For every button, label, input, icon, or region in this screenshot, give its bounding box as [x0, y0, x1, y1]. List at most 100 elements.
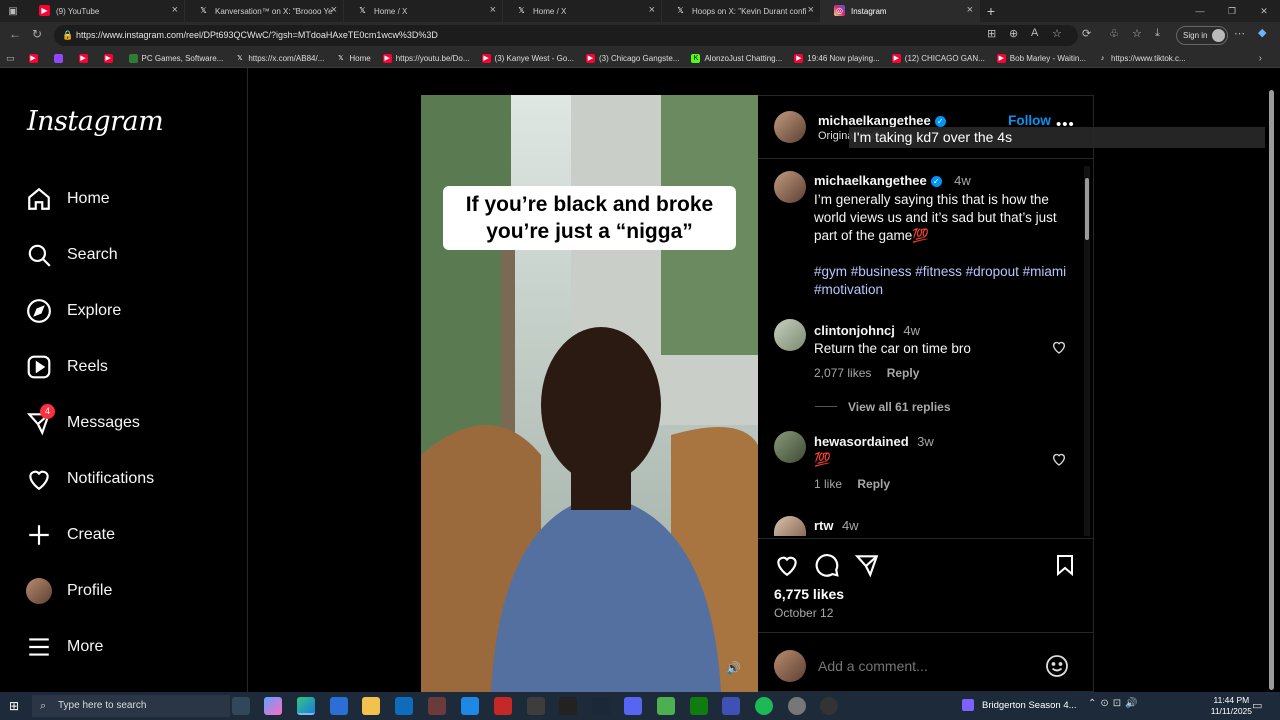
- instagram-logo[interactable]: Instagram: [27, 106, 164, 137]
- taskbar-clock[interactable]: 11:44 PM 11/11/2025: [1211, 695, 1252, 717]
- notification-center-icon[interactable]: ▭: [1252, 699, 1262, 712]
- favorite-star-icon[interactable]: ☆: [1052, 27, 1062, 40]
- refresh-icon[interactable]: ↻: [32, 27, 42, 41]
- comment-username[interactable]: hewasordained: [814, 434, 909, 449]
- sidebar-item-profile[interactable]: Profile: [26, 574, 112, 608]
- sidebar-item-messages[interactable]: 4 Messages: [26, 404, 140, 440]
- comment-avatar[interactable]: [774, 431, 806, 463]
- bookmark-5[interactable]: 𝕏https://x.com/AB84/...: [235, 54, 324, 63]
- extensions-icon[interactable]: ⟳: [1082, 27, 1091, 40]
- tab-youtube[interactable]: ▶ (9) YouTube ×: [26, 0, 185, 22]
- minecraft-icon[interactable]: [657, 697, 675, 715]
- bookmark-1[interactable]: [53, 53, 67, 63]
- media-play-icon[interactable]: [962, 699, 974, 711]
- like-comment-heart-icon[interactable]: [1051, 339, 1067, 360]
- bookmark-9[interactable]: ▶ (3) Chicago Gangste...: [585, 53, 679, 63]
- app-icon[interactable]: [559, 697, 577, 715]
- store-icon[interactable]: [330, 697, 348, 715]
- file-explorer-icon[interactable]: [362, 697, 380, 715]
- sidebar-item-explore[interactable]: Explore: [26, 294, 121, 328]
- tab-home-x-1[interactable]: 𝕏 Home / X ×: [344, 0, 503, 22]
- comment-username[interactable]: clintonjohncj: [814, 323, 895, 338]
- close-icon[interactable]: ×: [649, 4, 655, 16]
- page-scrollbar[interactable]: [1268, 80, 1276, 690]
- task-view-icon[interactable]: [232, 697, 250, 715]
- close-icon[interactable]: ×: [172, 4, 178, 16]
- sidebar-item-reels[interactable]: Reels: [26, 350, 108, 384]
- steam-icon[interactable]: [592, 697, 610, 715]
- tab-hoops[interactable]: 𝕏 Hoops on X: "Kevin Durant confi ×: [662, 0, 821, 22]
- sidebar-item-search[interactable]: Search: [26, 238, 118, 272]
- copilot-icon[interactable]: ◆: [1258, 26, 1266, 39]
- settings-more-icon[interactable]: ⋯: [1234, 27, 1245, 40]
- bookmark-0[interactable]: ▶: [28, 53, 42, 63]
- close-icon[interactable]: ×: [331, 4, 337, 16]
- read-aloud-icon[interactable]: A: [1031, 27, 1038, 39]
- comment-username[interactable]: rtw: [814, 518, 834, 533]
- taskbar-media-title[interactable]: Bridgerton Season 4...: [982, 700, 1077, 711]
- new-tab-button[interactable]: +: [980, 0, 1002, 22]
- author-avatar[interactable]: [774, 111, 806, 143]
- close-window-icon[interactable]: ✕: [1248, 0, 1280, 22]
- sidebar-item-home[interactable]: Home: [26, 182, 110, 216]
- sign-in-button[interactable]: Sign in: [1176, 26, 1228, 45]
- bookmark-14[interactable]: ♪ https://www.tiktok.c...: [1098, 54, 1186, 63]
- zoom-icon[interactable]: ⊕: [1009, 27, 1018, 40]
- caption-username[interactable]: michaelkangethee: [814, 173, 927, 188]
- app-icon[interactable]: [820, 697, 838, 715]
- bookmarks-overflow-icon[interactable]: ›: [1259, 53, 1262, 64]
- bookmark-4[interactable]: PC Games, Software...: [128, 53, 223, 63]
- bookmark-3[interactable]: ▶: [103, 53, 117, 63]
- emoji-icon[interactable]: [1045, 654, 1069, 683]
- app-icon[interactable]: [788, 697, 806, 715]
- taskbar-search[interactable]: ⌕ Type here to search: [32, 695, 230, 717]
- view-replies-button[interactable]: View all 61 replies: [848, 400, 951, 414]
- reel-video[interactable]: 🔊: [421, 95, 758, 692]
- caption-avatar[interactable]: [774, 171, 806, 203]
- add-comment-input[interactable]: [818, 654, 1038, 678]
- save-bookmark-icon[interactable]: [1053, 552, 1077, 583]
- follow-button[interactable]: Follow: [1008, 113, 1051, 128]
- like-heart-icon[interactable]: [774, 552, 800, 583]
- sidebar-item-more[interactable]: More: [26, 630, 103, 664]
- back-icon[interactable]: ←: [9, 27, 21, 41]
- sidebar-item-create[interactable]: Create: [26, 518, 115, 552]
- tab-instagram[interactable]: ◎ Instagram ×: [821, 0, 980, 22]
- scrollbar-thumb[interactable]: [1085, 178, 1089, 240]
- bookmark-6[interactable]: 𝕏 Home: [336, 54, 371, 63]
- bookmark-10[interactable]: K AlonzoJust Chatting...: [691, 53, 782, 63]
- browser-essentials-icon[interactable]: ♧: [1109, 27, 1119, 40]
- share-icon[interactable]: [854, 552, 880, 583]
- app-available-icon[interactable]: ⊞: [987, 27, 996, 40]
- close-icon[interactable]: ×: [490, 4, 496, 16]
- minimize-icon[interactable]: —: [1184, 0, 1216, 22]
- restore-icon[interactable]: ❐: [1216, 0, 1248, 22]
- app-icon[interactable]: [461, 697, 479, 715]
- like-comment-heart-icon[interactable]: [1051, 451, 1067, 472]
- bookmark-11[interactable]: ▶ 19:46 Now playing...: [794, 53, 880, 63]
- reply-button[interactable]: Reply: [857, 477, 890, 491]
- bookmark-12[interactable]: ▶ (12) CHICAGO GAN...: [891, 53, 985, 63]
- author-username[interactable]: michaelkangethee: [818, 113, 931, 128]
- scrollbar-thumb[interactable]: [1269, 90, 1274, 690]
- bookmark-13[interactable]: ▶ Bob Marley - Waitin...: [996, 53, 1086, 63]
- comment-avatar[interactable]: [774, 516, 806, 536]
- likes-count[interactable]: 6,775 likes: [774, 586, 844, 602]
- comment-avatar[interactable]: [774, 319, 806, 351]
- outlook-icon[interactable]: [395, 697, 413, 715]
- bookmark-8[interactable]: ▶ (3) Kanye West - Go...: [481, 53, 574, 63]
- tab-actions-icon[interactable]: ▣: [0, 6, 26, 17]
- comments-scrollbar[interactable]: [1084, 166, 1090, 536]
- xbox-icon[interactable]: [690, 697, 708, 715]
- app-icon[interactable]: [527, 697, 545, 715]
- app-icon[interactable]: [722, 697, 740, 715]
- app-icon[interactable]: [494, 697, 512, 715]
- comment-icon[interactable]: [814, 552, 840, 583]
- app-icon[interactable]: [624, 697, 642, 715]
- edge-icon[interactable]: [297, 697, 315, 715]
- favorites-icon[interactable]: ☆: [1132, 27, 1142, 40]
- spotify-icon[interactable]: [755, 697, 773, 715]
- comment-likes[interactable]: 2,077 likes: [814, 366, 871, 380]
- url-field[interactable]: 🔒 https://www.instagram.com/reel/DPt693QC…: [54, 25, 1078, 46]
- mute-icon[interactable]: 🔊: [726, 661, 741, 675]
